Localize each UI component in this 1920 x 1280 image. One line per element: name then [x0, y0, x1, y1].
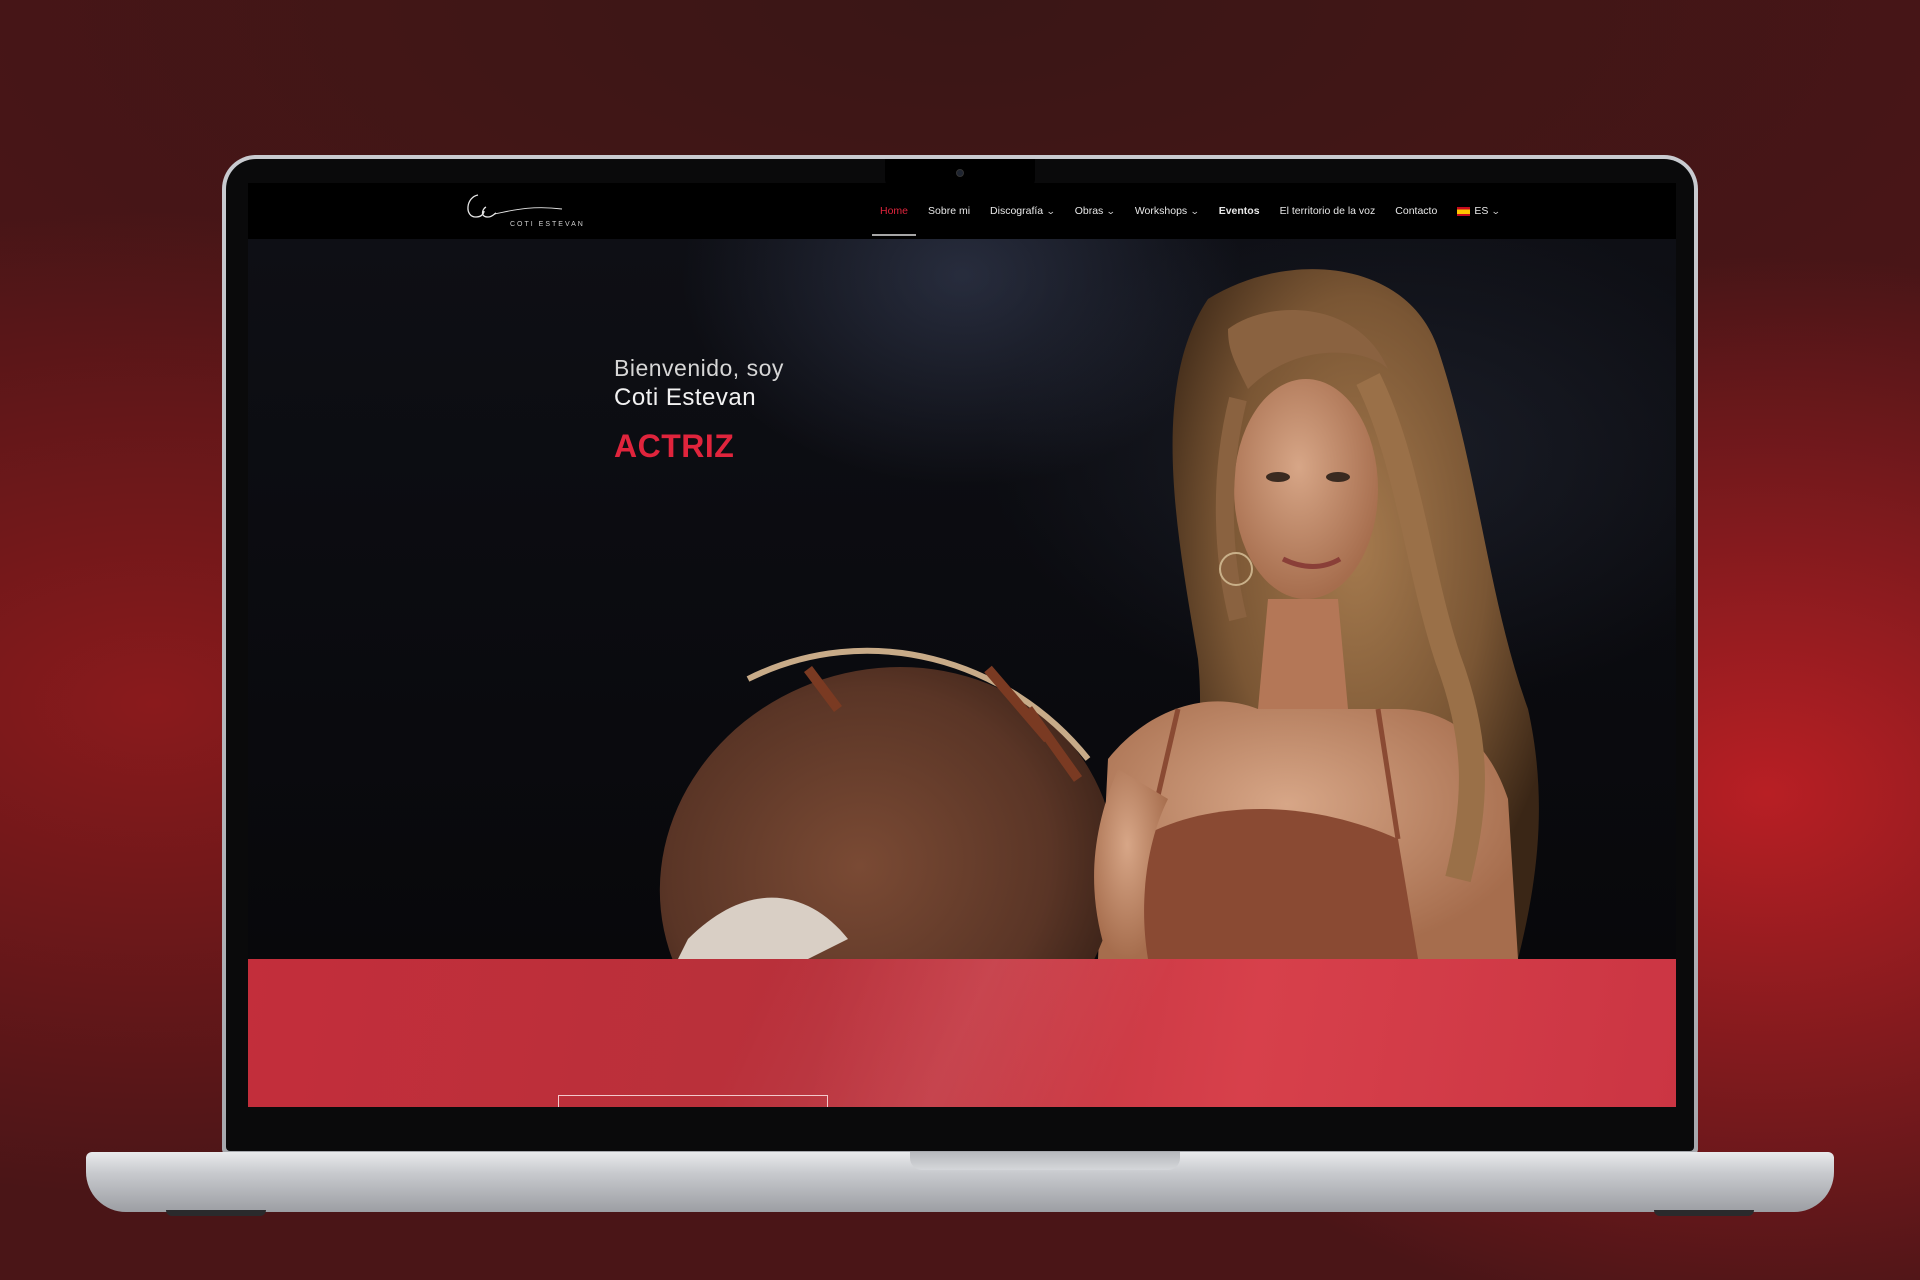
browser-screen: Coti Estevan Home Sobre mi Discografía ⌄ …	[248, 183, 1676, 1107]
red-section	[248, 959, 1676, 1107]
laptop-opening-lip	[910, 1152, 1180, 1170]
nav-item-contacto[interactable]: Contacto	[1393, 205, 1439, 217]
chevron-down-icon: ⌄	[1491, 205, 1502, 216]
nav-item-obras[interactable]: Obras ⌄	[1073, 205, 1117, 217]
hero-portrait-image	[659, 269, 1539, 959]
hero-section: Bienvenido, soy Coti Estevan ACTRIZ	[248, 239, 1676, 959]
nav-item-workshops[interactable]: Workshops ⌄	[1133, 205, 1201, 217]
site-logo[interactable]: Coti Estevan	[460, 187, 583, 233]
chevron-down-icon: ⌄	[1106, 205, 1116, 216]
hero-name: Coti Estevan	[614, 384, 757, 411]
screen-glare	[248, 959, 1676, 1107]
chevron-down-icon: ⌄	[1190, 205, 1200, 216]
nav-item-eventos[interactable]: Eventos	[1217, 205, 1262, 217]
section-outline-button[interactable]	[558, 1095, 828, 1107]
laptop-foot	[166, 1210, 266, 1216]
nav-item-home[interactable]: Home	[871, 205, 917, 236]
camera-notch	[885, 159, 1035, 189]
hero-role: ACTRIZ	[614, 428, 735, 464]
logo-subtitle: Coti Estevan	[510, 221, 585, 228]
language-selector[interactable]: ES ⌄	[1455, 205, 1502, 217]
laptop-lid: Coti Estevan Home Sobre mi Discografía ⌄ …	[222, 155, 1698, 1155]
main-nav: Home Sobre mi Discografía ⌄ Obras ⌄ Worksh…	[871, 183, 1502, 239]
chevron-down-icon: ⌄	[1046, 205, 1056, 216]
hero-greeting: Bienvenido, soy	[614, 355, 784, 381]
laptop-base	[86, 1152, 1834, 1216]
camera-icon	[956, 169, 964, 177]
laptop-bezel: Coti Estevan Home Sobre mi Discografía ⌄ …	[226, 159, 1694, 1151]
nav-item-territorio-voz[interactable]: El territorio de la voz	[1278, 205, 1378, 217]
laptop-foot	[1654, 1210, 1754, 1216]
nav-item-sobre-mi[interactable]: Sobre mi	[926, 205, 972, 217]
site-header: Coti Estevan Home Sobre mi Discografía ⌄ …	[248, 183, 1676, 239]
nav-item-discografia[interactable]: Discografía ⌄	[988, 205, 1057, 217]
spain-flag-icon	[1457, 206, 1471, 216]
hero-text: Bienvenido, soy Coti Estevan ACTRIZ	[614, 355, 784, 465]
